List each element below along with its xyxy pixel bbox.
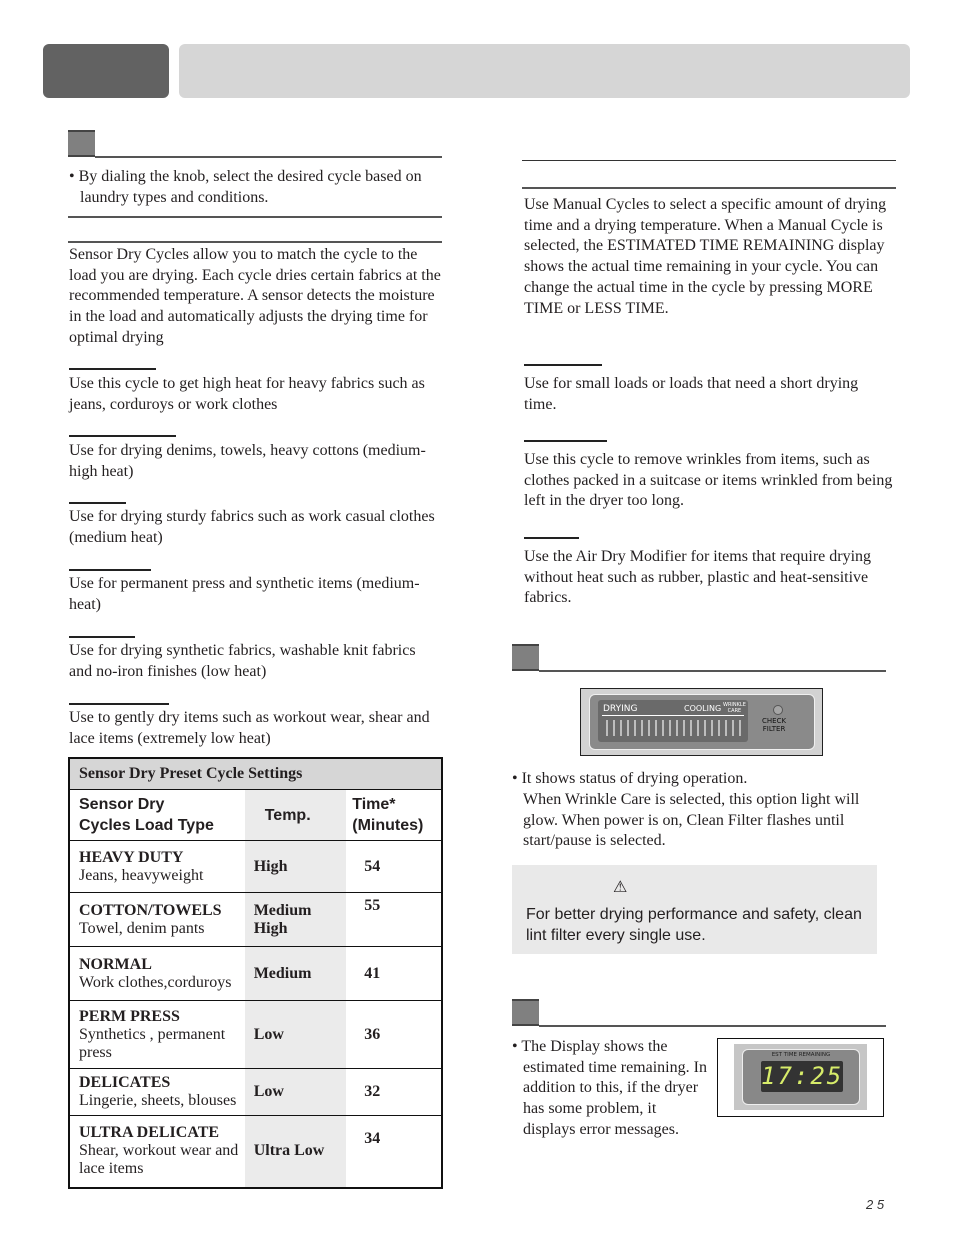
- status-bullet-details: When Wrinkle Care is selected, this opti…: [523, 791, 860, 850]
- manual-cycle-desc: Use for small loads or loads that need a…: [524, 375, 859, 413]
- header-tab-dark: [43, 44, 169, 98]
- warning-box: ⚠ For better drying performance and safe…: [512, 865, 877, 954]
- cycle-cell: NORMAL Work clothes,corduroys: [69, 946, 245, 1001]
- time-cell: 32: [346, 1068, 442, 1116]
- est-time-remaining-label: EST TIME REMAINING: [771, 1052, 831, 1058]
- cycle-title-underline: [69, 502, 126, 504]
- warning-text: For better drying performance and safety…: [526, 906, 862, 944]
- table-header-row: Sensor Dry Cycles Load Type Temp. Time* (M…: [69, 789, 442, 841]
- table-row: COTTON/TOWELS Towel, denim pants Medium H…: [69, 892, 442, 947]
- cycle-title-underline: [69, 569, 151, 571]
- header-tab-light: [179, 44, 910, 98]
- section-marker: [68, 130, 95, 157]
- time-cell: 36: [346, 1000, 442, 1069]
- cycle-desc: Use for drying sturdy fabrics such as wo…: [69, 508, 435, 546]
- time-cell: 54: [346, 840, 442, 893]
- progress-segments: [606, 720, 746, 736]
- divider: [522, 160, 896, 161]
- manual-cycle-desc: Use the Air Dry Modifier for items that …: [524, 548, 872, 607]
- temp-cell: Ultra Low: [244, 1115, 347, 1188]
- section-marker: [512, 999, 539, 1026]
- cycle-title-underline: [69, 435, 176, 437]
- time-remaining-value: 17:25: [761, 1062, 844, 1090]
- cycle-title-underline: [524, 440, 607, 442]
- sensor-dry-intro: Sensor Dry Cycles allow you to match the…: [69, 246, 441, 346]
- time-cell: 41: [346, 946, 442, 1001]
- cycle-title-underline: [69, 636, 135, 638]
- status-lcd: DRYING COOLING WRINKLE CARE: [598, 700, 748, 742]
- temp-cell: Low: [244, 1000, 347, 1069]
- time-display-bullet: • The Display shows the estimated time r…: [512, 1038, 707, 1138]
- cycle-title-underline: [69, 368, 156, 370]
- manual-cycle-desc: Use this cycle to remove wrinkles from i…: [524, 451, 893, 510]
- drying-label: DRYING: [603, 704, 638, 714]
- time-cell: 34: [346, 1115, 442, 1188]
- temp-cell: High: [244, 840, 347, 893]
- header-temp: Temp.: [244, 789, 347, 841]
- section-rule: [539, 1025, 886, 1027]
- divider: [68, 241, 442, 243]
- divider: [522, 187, 896, 189]
- time-display-image: EST TIME REMAINING 17:25: [717, 1038, 884, 1117]
- cycle-desc: Use for drying denims, towels, heavy cot…: [69, 442, 426, 480]
- status-panel-image: DRYING COOLING WRINKLE CARE CHECK FILTER: [580, 688, 823, 756]
- cycle-desc: Use for drying synthetic fabrics, washab…: [69, 642, 416, 680]
- section-rule: [539, 670, 886, 672]
- temp-cell: Low: [244, 1068, 347, 1116]
- intro-bullet: • By dialing the knob, select the desire…: [69, 168, 422, 206]
- divider: [68, 216, 442, 218]
- check-filter-label: CHECK FILTER: [762, 717, 787, 733]
- manual-cycles-intro: Use Manual Cycles to select a specific a…: [524, 196, 887, 317]
- cycle-title-underline: [524, 364, 602, 366]
- table-caption-row: Sensor Dry Preset Cycle Settings: [69, 758, 442, 790]
- table-row: ULTRA DELICATE Shear, workout wear and la…: [69, 1115, 442, 1188]
- temp-cell: Medium High: [244, 892, 347, 947]
- cycle-cell: HEAVY DUTY Jeans, heavyweight: [69, 840, 245, 893]
- cycle-title-underline: [524, 537, 579, 539]
- header-time: Time* (Minutes): [346, 789, 442, 841]
- cycle-title-underline: [69, 703, 169, 705]
- table-row: PERM PRESS Synthetics , permanent press L…: [69, 1000, 442, 1069]
- warning-icon: ⚠: [613, 879, 628, 896]
- cycle-cell: COTTON/TOWELS Towel, denim pants: [69, 892, 245, 947]
- wrinkle-care-label: WRINKLE CARE: [723, 702, 746, 714]
- cycle-desc: Use to gently dry items such as workout …: [69, 709, 430, 747]
- table-row: NORMAL Work clothes,corduroys Medium 41: [69, 946, 442, 1001]
- section-marker: [512, 644, 539, 671]
- status-bullet: • It shows status of drying operation.: [512, 770, 748, 787]
- page-number: 2 5: [866, 1197, 885, 1212]
- sensor-dry-preset-table: Sensor Dry Preset Cycle Settings Sensor …: [68, 757, 443, 1189]
- cycle-cell: PERM PRESS Synthetics , permanent press: [69, 1000, 245, 1069]
- cycle-cell: DELICATES Lingerie, sheets, blouses: [69, 1068, 245, 1116]
- header-load-type: Sensor Dry Cycles Load Type: [69, 789, 245, 841]
- section-rule: [95, 156, 442, 158]
- cycle-desc: Use for permanent press and synthetic it…: [69, 575, 420, 613]
- table-row: HEAVY DUTY Jeans, heavyweight High 54: [69, 840, 442, 893]
- table-row: DELICATES Lingerie, sheets, blouses Low 3…: [69, 1068, 442, 1116]
- temp-cell: Medium: [244, 946, 347, 1001]
- cooling-label: COOLING: [684, 704, 722, 713]
- table-caption: Sensor Dry Preset Cycle Settings: [69, 758, 442, 790]
- time-cell: 55: [346, 892, 442, 947]
- cycle-cell: ULTRA DELICATE Shear, workout wear and la…: [69, 1115, 245, 1188]
- cycle-desc: Use this cycle to get high heat for heav…: [69, 375, 425, 413]
- check-filter-light-icon: [773, 705, 783, 715]
